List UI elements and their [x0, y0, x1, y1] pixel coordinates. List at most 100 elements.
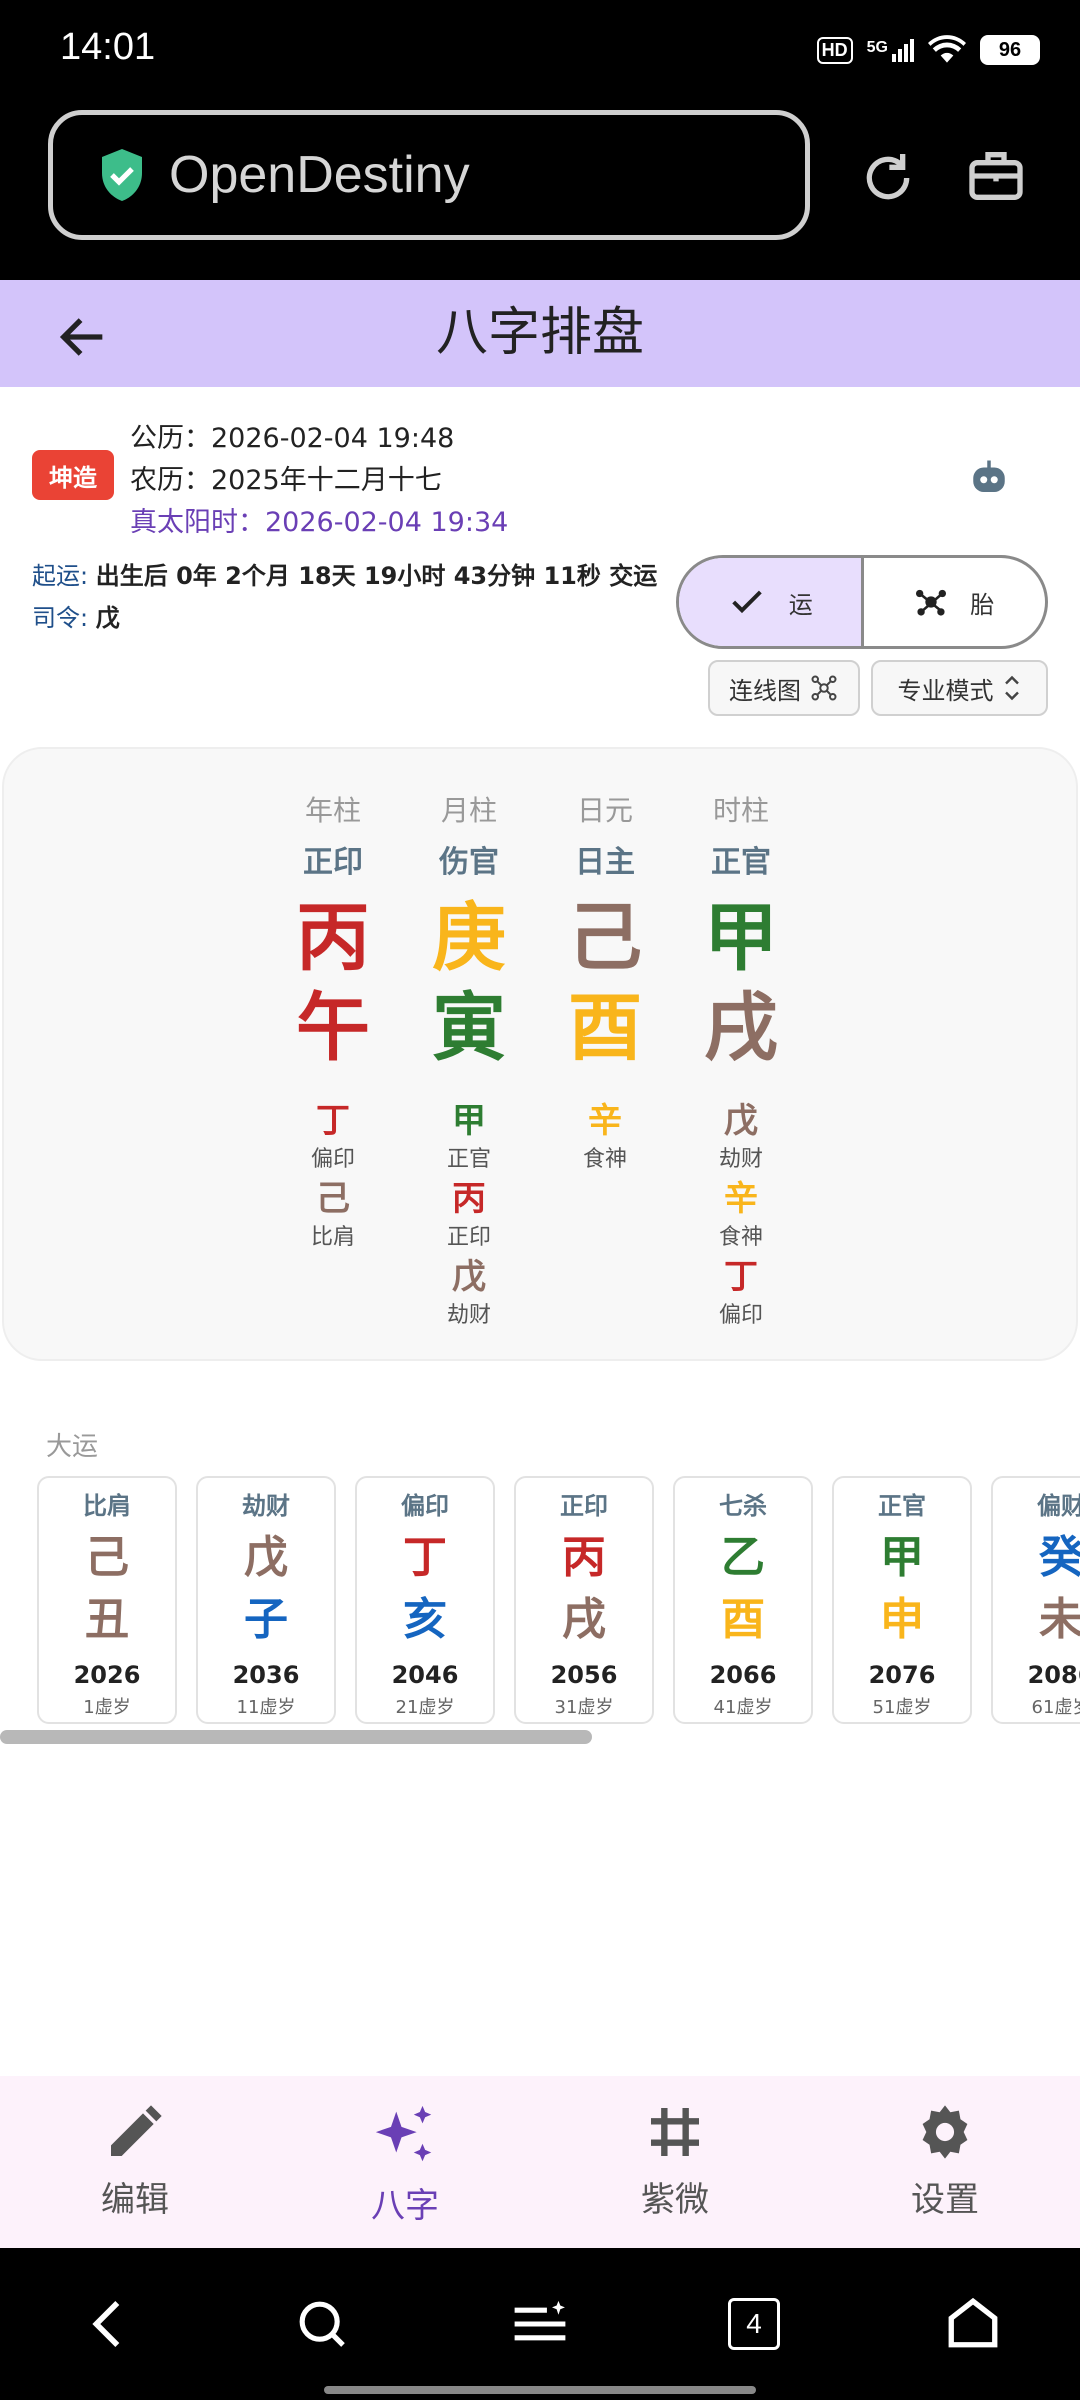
yun-tai-toggle: 运 胎: [676, 555, 1048, 649]
dayun-shishen: 偏财: [1037, 1492, 1080, 1520]
hidden-stem-label: 劫财: [446, 1303, 491, 1328]
mode-select-label: 专业模式: [897, 676, 994, 705]
graph-chip-label: 连线图: [729, 676, 801, 705]
pillar-gan[interactable]: 庚: [409, 893, 529, 983]
hidden-stem-label: 比肩: [310, 1225, 355, 1250]
hidden-stem: 戊: [724, 1101, 758, 1141]
dayun-year: 2046: [391, 1661, 459, 1689]
dayun-card[interactable]: 比肩己丑 2026 1虚岁: [37, 1476, 177, 1724]
pillar-zhi[interactable]: 酉: [545, 983, 665, 1073]
robot-icon[interactable]: [968, 458, 1010, 498]
pillar-shishen: 伤官: [439, 845, 499, 880]
toggle-yun-label: 运: [788, 590, 813, 619]
url-text: OpenDestiny: [169, 146, 470, 204]
pillar-gan[interactable]: 己: [545, 893, 665, 983]
qiyun-line: 起运: 出生后 0年 2个月 18天 19小时 43分钟 11秒 交运: [32, 562, 658, 590]
dayun-year: 2076: [868, 1661, 936, 1689]
dayun-shishen: 正官: [878, 1492, 926, 1520]
dayun-year: 2026: [73, 1661, 141, 1689]
dayun-zhi: 戌: [562, 1594, 606, 1645]
reload-icon[interactable]: [856, 146, 920, 210]
toggle-tai[interactable]: 胎: [864, 558, 1046, 646]
nav-bazi[interactable]: 八字: [305, 2100, 505, 2227]
pillars-card: 年柱 正印丙午丁偏印己比肩 月柱 伤官庚寅甲正官丙正印戊劫财 日元 日主己酉辛食神 时柱 正官…: [2, 747, 1078, 1361]
dayun-age: 11虚岁: [236, 1697, 296, 1718]
pillar-zhi[interactable]: 戌: [681, 983, 801, 1073]
dayun-age: 61虚岁: [1031, 1697, 1080, 1718]
pillar-3: 时柱 正官甲戌戊劫财辛食神丁偏印: [681, 789, 801, 1333]
home-indicator[interactable]: [324, 2386, 756, 2394]
dayun-shishen: 七杀: [719, 1492, 767, 1520]
dayun-gan: 乙: [721, 1532, 765, 1583]
dayun-shishen: 比肩: [83, 1492, 131, 1520]
dayun-scrollbar[interactable]: [0, 1730, 592, 1744]
status-icons: HD 5G 96: [816, 30, 1040, 70]
dayun-card[interactable]: 正官甲申 2076 51虚岁: [832, 1476, 972, 1724]
dayun-card[interactable]: 七杀乙酉 2066 41虚岁: [673, 1476, 813, 1724]
pillar-zhi[interactable]: 寅: [409, 983, 529, 1073]
true-solar-time: 真太阳时：2026-02-04 19:34: [130, 507, 509, 538]
nav-ziwei-label: 紫微: [641, 2180, 709, 2220]
signal-icon: 5G: [867, 38, 914, 62]
status-time: 14:01: [60, 26, 156, 68]
pillar-header: 时柱: [712, 794, 769, 827]
nav-ziwei[interactable]: 紫微: [575, 2100, 775, 2221]
dayun-gan: 癸: [1039, 1532, 1080, 1583]
mode-select[interactable]: 专业模式: [871, 660, 1048, 716]
wifi-icon: [928, 35, 966, 63]
dayun-gan: 己: [85, 1532, 129, 1583]
nav-bazi-label: 八字: [371, 2186, 439, 2226]
solar-date: 公历：2026-02-04 19:48: [130, 423, 455, 454]
dayun-zhi: 丑: [85, 1594, 129, 1645]
grid-icon: [651, 2108, 699, 2156]
dayun-gan: 甲: [880, 1532, 924, 1583]
dayun-gan: 戊: [244, 1532, 288, 1583]
pillar-header: 年柱: [304, 794, 361, 827]
toolbox-icon[interactable]: [964, 144, 1028, 208]
pillar-0: 年柱 正印丙午丁偏印己比肩: [273, 789, 393, 1255]
hidden-stem: 辛: [724, 1179, 758, 1219]
dayun-age: 1虚岁: [83, 1697, 131, 1718]
gender-badge: 坤造: [32, 450, 114, 500]
page-title: 八字排盘: [435, 303, 644, 363]
nav-settings[interactable]: 设置: [845, 2100, 1045, 2221]
dayun-age: 51虚岁: [872, 1697, 932, 1718]
dayun-age: 41虚岁: [713, 1697, 773, 1718]
pillar-gan[interactable]: 甲: [681, 893, 801, 983]
url-bar[interactable]: OpenDestiny: [48, 110, 810, 240]
hidden-stem: 丁: [724, 1257, 758, 1297]
dayun-label: 大运: [46, 1432, 99, 1462]
pillar-gan[interactable]: 丙: [273, 893, 393, 983]
check-icon: [732, 590, 762, 614]
pillar-zhi[interactable]: 午: [273, 983, 393, 1073]
sys-tabs-button[interactable]: 4: [728, 2298, 780, 2350]
dayun-zhi: 酉: [721, 1594, 765, 1645]
pillar-header: 日元: [576, 794, 633, 827]
dayun-year: 2086: [1027, 1661, 1080, 1689]
sys-search-icon[interactable]: [294, 2296, 350, 2352]
dayun-card[interactable]: 偏印丁亥 2046 21虚岁: [355, 1476, 495, 1724]
dayun-shishen: 偏印: [401, 1492, 449, 1520]
pillar-header: 月柱: [440, 794, 497, 827]
graph-chip[interactable]: 连线图: [708, 660, 860, 716]
dayun-year: 2036: [232, 1661, 300, 1689]
dayun-year: 2056: [550, 1661, 618, 1689]
sys-home-icon[interactable]: [944, 2294, 1002, 2352]
toggle-yun[interactable]: 运: [679, 558, 864, 646]
dayun-card[interactable]: 劫财戊子 2036 11虚岁: [196, 1476, 336, 1724]
sys-back-icon[interactable]: [84, 2296, 132, 2352]
hidden-stem-label: 劫财: [718, 1147, 763, 1172]
dayun-card[interactable]: 偏财癸未 2086 61虚岁: [991, 1476, 1080, 1724]
toggle-tai-label: 胎: [970, 590, 995, 619]
sys-menu-icon[interactable]: [510, 2296, 570, 2352]
hidden-stem: 丁: [316, 1101, 350, 1141]
hidden-stem: 辛: [588, 1101, 622, 1141]
pillar-shishen: 正官: [711, 845, 771, 880]
dayun-gan: 丙: [562, 1532, 606, 1583]
hidden-stem-label: 正印: [446, 1225, 491, 1250]
hidden-stem-label: 偏印: [310, 1147, 355, 1172]
nav-edit[interactable]: 编辑: [35, 2100, 235, 2221]
hidden-stem: 甲: [452, 1101, 486, 1141]
hidden-stem-label: 偏印: [718, 1303, 763, 1328]
dayun-card[interactable]: 正印丙戌 2056 31虚岁: [514, 1476, 654, 1724]
